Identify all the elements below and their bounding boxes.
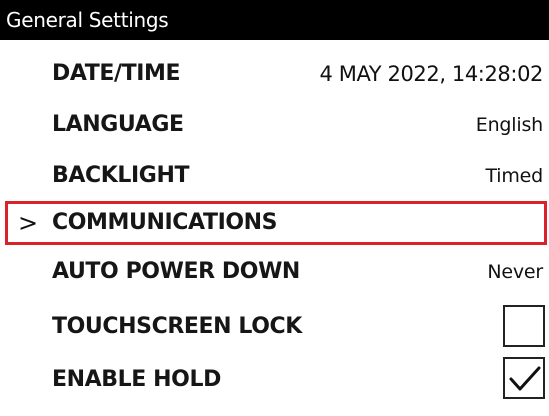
setting-label-date-time: DATE/TIME <box>52 61 181 86</box>
touchscreen-lock-checkbox[interactable] <box>503 305 545 347</box>
setting-row-touchscreen-lock[interactable]: TOUCHSCREEN LOCK <box>0 300 549 354</box>
chevron-right-icon: > <box>18 209 39 237</box>
checkmark-icon <box>509 366 541 391</box>
setting-value-date-time: 4 MAY 2022, 14:28:02 <box>319 62 543 86</box>
setting-row-auto-power-down[interactable]: AUTO POWER DOWN Never <box>0 245 549 299</box>
setting-label-backlight: BACKLIGHT <box>52 163 190 188</box>
setting-row-communications[interactable]: > COMMUNICATIONS <box>5 201 547 245</box>
enable-hold-checkbox[interactable] <box>503 357 545 399</box>
setting-label-touchscreen-lock: TOUCHSCREEN LOCK <box>52 314 302 339</box>
setting-value-language: English <box>475 114 543 136</box>
setting-row-date-time[interactable]: DATE/TIME 4 MAY 2022, 14:28:02 <box>0 47 549 101</box>
screen-title: General Settings <box>6 8 169 32</box>
setting-value-auto-power-down: Never <box>487 261 543 283</box>
setting-row-enable-hold[interactable]: ENABLE HOLD <box>0 353 549 407</box>
title-bar: General Settings <box>0 0 549 40</box>
setting-row-backlight[interactable]: BACKLIGHT Timed <box>0 149 549 203</box>
setting-value-backlight: Timed <box>485 165 543 187</box>
setting-label-language: LANGUAGE <box>52 112 184 137</box>
setting-row-language[interactable]: LANGUAGE English <box>0 98 549 152</box>
setting-label-communications: COMMUNICATIONS <box>52 210 278 235</box>
setting-label-enable-hold: ENABLE HOLD <box>52 367 221 392</box>
setting-label-auto-power-down: AUTO POWER DOWN <box>52 259 300 284</box>
